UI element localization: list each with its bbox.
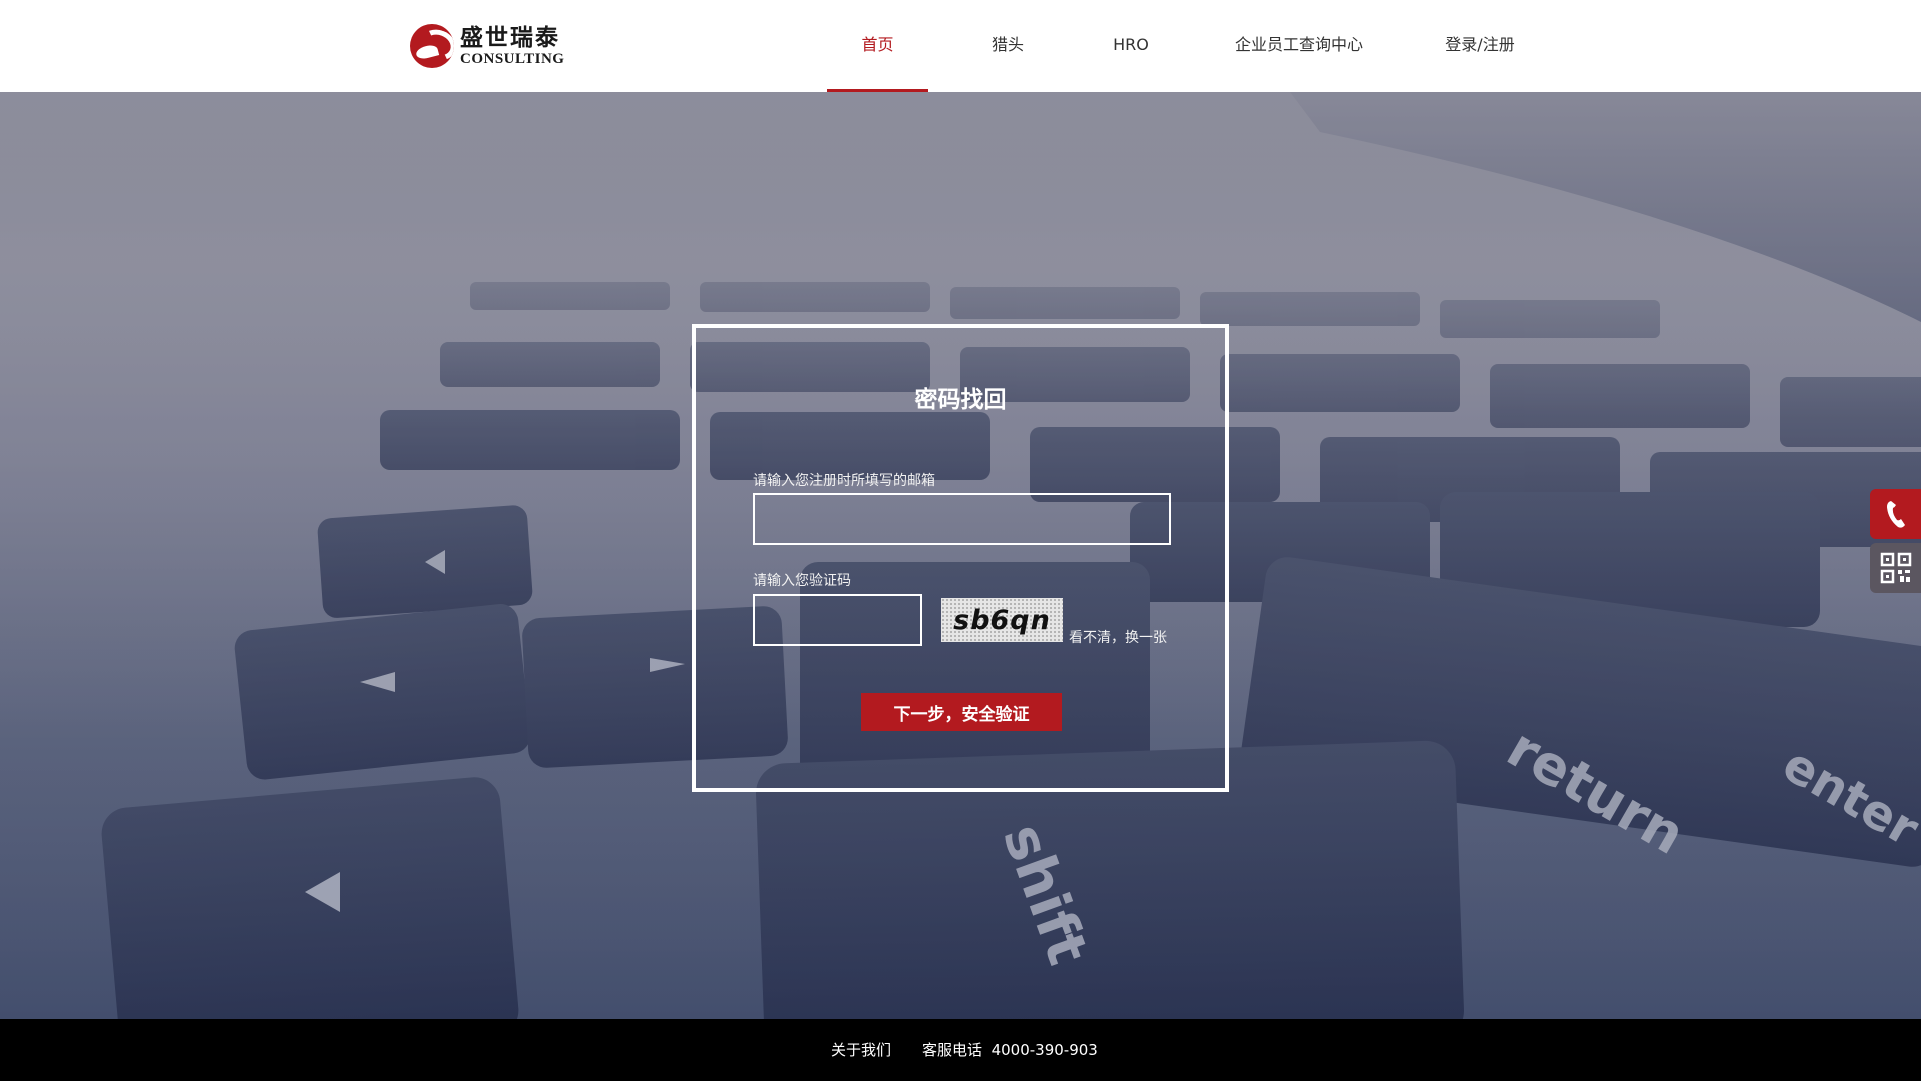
next-step-button[interactable]: 下一步，安全验证	[861, 693, 1062, 731]
panel-title: 密码找回	[914, 387, 1007, 413]
captcha-text: sb6qn	[953, 604, 1051, 636]
captcha-refresh-link[interactable]: 看不清，换一张	[1069, 627, 1167, 647]
nav-item-login-register[interactable]: 登录/注册	[1436, 0, 1524, 92]
hero-background: shift return enter 密码找回 请输入您注册时所填写的邮箱 请输…	[0, 92, 1921, 1019]
qr-code-icon	[1880, 552, 1911, 584]
phone-icon	[1886, 501, 1905, 528]
password-recovery-panel: 密码找回 请输入您注册时所填写的邮箱 请输入您验证码 sb6qn 看不清，换一张…	[692, 324, 1229, 792]
nav-item-hro[interactable]: HRO	[1098, 0, 1164, 92]
site-header: 盛世瑞泰 CONSULTING 首页 猎头 HRO 企业员工查询中心 登录/注册	[0, 0, 1921, 92]
logo-name-en: CONSULTING	[460, 50, 565, 67]
footer-about-link[interactable]: 关于我们	[831, 1039, 891, 1060]
logo-mark-icon	[410, 24, 454, 68]
verification-code-input[interactable]	[753, 594, 922, 646]
footer-phone-label: 客服电话	[922, 1041, 983, 1059]
nav-item-home[interactable]: 首页	[827, 0, 928, 92]
email-field[interactable]	[753, 493, 1171, 545]
logo[interactable]: 盛世瑞泰 CONSULTING	[410, 22, 564, 70]
side-floating-bar	[1870, 489, 1921, 597]
logo-name-cn: 盛世瑞泰	[460, 23, 560, 51]
side-qr-button[interactable]	[1870, 543, 1921, 593]
nav-item-headhunting[interactable]: 猎头	[972, 0, 1044, 92]
email-label: 请输入您注册时所填写的邮箱	[753, 473, 935, 489]
footer-phone-number: 4000-390-903	[991, 1041, 1098, 1059]
captcha-image[interactable]: sb6qn	[941, 598, 1063, 642]
nav-item-employee-query[interactable]: 企业员工查询中心	[1224, 0, 1374, 92]
code-label: 请输入您验证码	[753, 573, 851, 589]
footer-service-phone: 客服电话 4000-390-903	[922, 1039, 1098, 1060]
side-phone-button[interactable]	[1870, 489, 1921, 539]
site-footer: 关于我们 客服电话 4000-390-903	[0, 1019, 1921, 1081]
